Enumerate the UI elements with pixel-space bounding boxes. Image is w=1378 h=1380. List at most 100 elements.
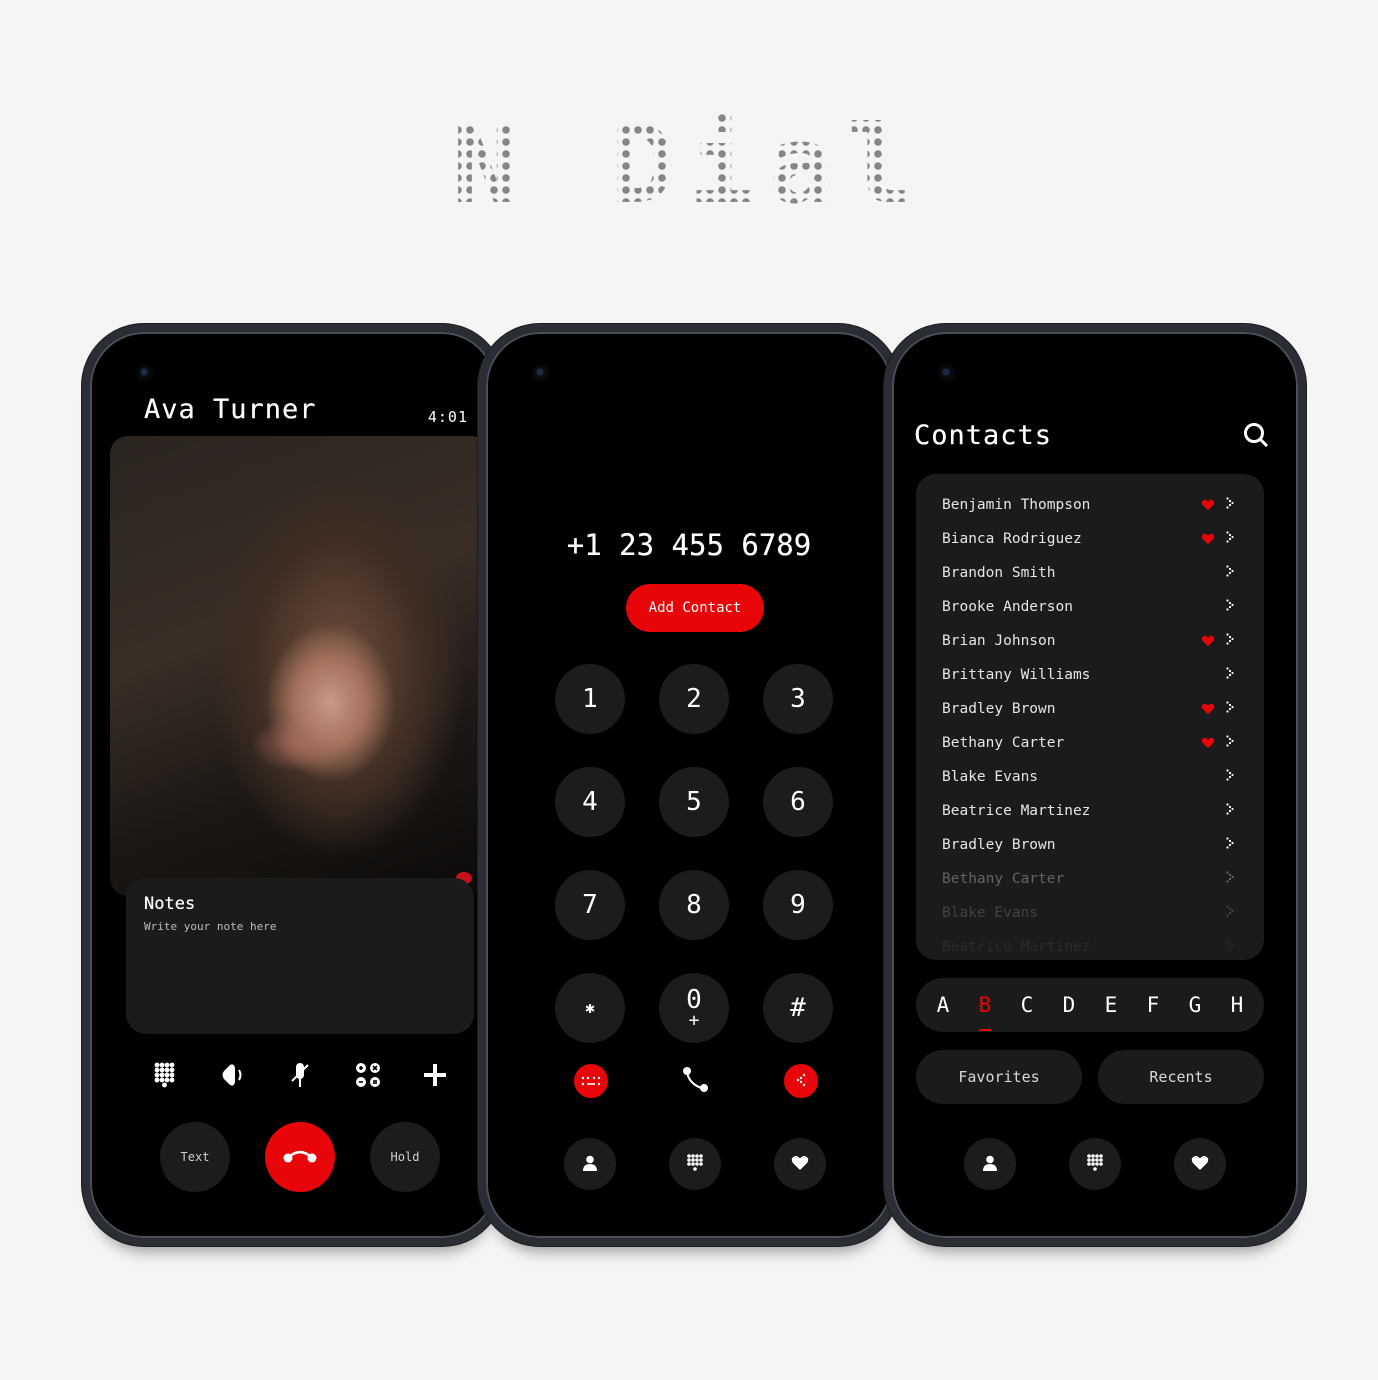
notes-card: Notes (126, 878, 474, 1034)
nav-favorites[interactable] (774, 1138, 826, 1190)
alpha-index-b[interactable]: B (970, 993, 1000, 1031)
phone-dialer-screen: +1 23 455 6789 Add Contact 1 2 3 4 5 6 7… (478, 324, 900, 1246)
add-call-icon[interactable] (420, 1060, 450, 1090)
contact-row[interactable]: Brooke Anderson (916, 590, 1264, 624)
key-4[interactable]: 4 (555, 767, 625, 837)
key-5[interactable]: 5 (659, 767, 729, 837)
backspace-button[interactable] (784, 1064, 818, 1098)
text-button[interactable]: Text (160, 1122, 230, 1192)
phone-contacts-screen: Contacts Benjamin Thompson Bianca Rodrigu… (884, 324, 1306, 1246)
recents-tab[interactable]: Recents (1098, 1050, 1264, 1104)
contact-row[interactable]: Blake Evans (916, 896, 1264, 930)
alpha-index-e[interactable]: E (1096, 993, 1126, 1017)
contact-name: Beatrice Martinez (942, 803, 1091, 819)
alphabet-index: ABCDEFGH (916, 978, 1264, 1032)
end-call-button[interactable] (265, 1122, 335, 1192)
key-0[interactable]: 0 + (659, 973, 729, 1043)
call-icon (682, 1066, 710, 1097)
keypad-icon[interactable] (150, 1060, 180, 1090)
key-7[interactable]: 7 (555, 870, 625, 940)
alpha-index-h[interactable]: H (1222, 993, 1252, 1017)
favorite-heart-icon (1200, 703, 1216, 715)
caller-name: Ava Turner (144, 394, 317, 425)
contact-name: Brandon Smith (942, 565, 1056, 581)
key-3[interactable]: 3 (763, 664, 833, 734)
favorites-icon (791, 1155, 809, 1174)
end-call-icon (282, 1148, 318, 1167)
contact-row[interactable]: Beatrice Martinez (916, 794, 1264, 828)
key-star[interactable]: ✱ (555, 973, 625, 1043)
call-action-bar (150, 1060, 450, 1090)
nav-dialpad[interactable] (669, 1138, 721, 1190)
nav-contacts[interactable] (964, 1138, 1016, 1190)
contact-row[interactable]: Brittany Williams (916, 658, 1264, 692)
contact-row[interactable]: Bethany Carter (916, 726, 1264, 760)
contact-row[interactable]: Bradley Brown (916, 828, 1264, 862)
dial-keypad: 1 2 3 4 5 6 7 8 9 ✱ 0 + # (555, 664, 835, 1043)
chevron-right-icon (1226, 871, 1238, 887)
alpha-index-d[interactable]: D (1054, 993, 1084, 1017)
hold-button[interactable]: Hold (370, 1122, 440, 1192)
dialpad-icon (687, 1153, 703, 1175)
notes-input[interactable] (144, 920, 456, 933)
bottom-nav (564, 1138, 826, 1190)
key-2[interactable]: 2 (659, 664, 729, 734)
chevron-right-icon (1226, 735, 1238, 751)
search-button[interactable] (1240, 420, 1272, 452)
keyboard-button[interactable] (574, 1064, 608, 1098)
brand-title: N Dial (451, 103, 927, 228)
key-hash[interactable]: # (763, 973, 833, 1043)
front-camera (532, 364, 550, 382)
alpha-index-a[interactable]: A (928, 993, 958, 1017)
contact-list[interactable]: Benjamin Thompson Bianca Rodriguez Brandon… (916, 474, 1264, 960)
contact-row[interactable]: Benjamin Thompson (916, 488, 1264, 522)
contact-row[interactable]: Bethany Carter (916, 862, 1264, 896)
mute-icon[interactable] (285, 1060, 315, 1090)
contact-row[interactable]: Brian Johnson (916, 624, 1264, 658)
nav-favorites[interactable] (1174, 1138, 1226, 1190)
nav-dialpad[interactable] (1069, 1138, 1121, 1190)
speaker-icon[interactable] (218, 1060, 248, 1090)
call-button[interactable] (679, 1064, 713, 1098)
front-camera (938, 364, 956, 382)
dialpad-icon (1087, 1153, 1103, 1175)
contact-name: Blake Evans (942, 905, 1039, 921)
chevron-right-icon (1226, 939, 1238, 955)
favorite-heart-icon (1200, 737, 1216, 749)
nav-contacts[interactable] (564, 1138, 616, 1190)
alpha-index-g[interactable]: G (1180, 993, 1210, 1017)
alpha-index-c[interactable]: C (1012, 993, 1042, 1017)
alpha-index-f[interactable]: F (1138, 993, 1168, 1017)
contacts-icon (983, 1155, 997, 1174)
chevron-right-icon (1226, 667, 1238, 683)
favorites-icon (1191, 1155, 1209, 1174)
dialed-number: +1 23 455 6789 (566, 528, 812, 562)
contact-name: Bethany Carter (942, 735, 1065, 751)
contact-row[interactable]: Bradley Brown (916, 692, 1264, 726)
contact-row[interactable]: Brandon Smith (916, 556, 1264, 590)
favorite-heart-icon (1200, 499, 1216, 511)
favorites-tab[interactable]: Favorites (916, 1050, 1082, 1104)
merge-icon[interactable] (353, 1060, 383, 1090)
add-contact-button[interactable]: Add Contact (626, 584, 764, 632)
favorite-heart-icon (1200, 635, 1216, 647)
caller-photo (110, 436, 490, 896)
chevron-right-icon (1226, 905, 1238, 921)
contact-name: Blake Evans (942, 769, 1039, 785)
contacts-icon (583, 1155, 597, 1174)
contact-row[interactable]: Bianca Rodriguez (916, 522, 1264, 556)
key-1[interactable]: 1 (555, 664, 625, 734)
contact-row[interactable]: Blake Evans (916, 760, 1264, 794)
contact-name: Bethany Carter (942, 871, 1065, 887)
contact-row[interactable]: Beatrice Martinez (916, 930, 1264, 960)
contact-name: Brittany Williams (942, 667, 1091, 683)
chevron-right-icon (1226, 497, 1238, 513)
chevron-right-icon (1226, 701, 1238, 717)
contact-name: Beatrice Martinez (942, 939, 1091, 955)
chevron-right-icon (1226, 633, 1238, 649)
chevron-right-icon (1226, 803, 1238, 819)
key-6[interactable]: 6 (763, 767, 833, 837)
key-9[interactable]: 9 (763, 870, 833, 940)
call-controls: Text Hold (160, 1122, 440, 1192)
key-8[interactable]: 8 (659, 870, 729, 940)
